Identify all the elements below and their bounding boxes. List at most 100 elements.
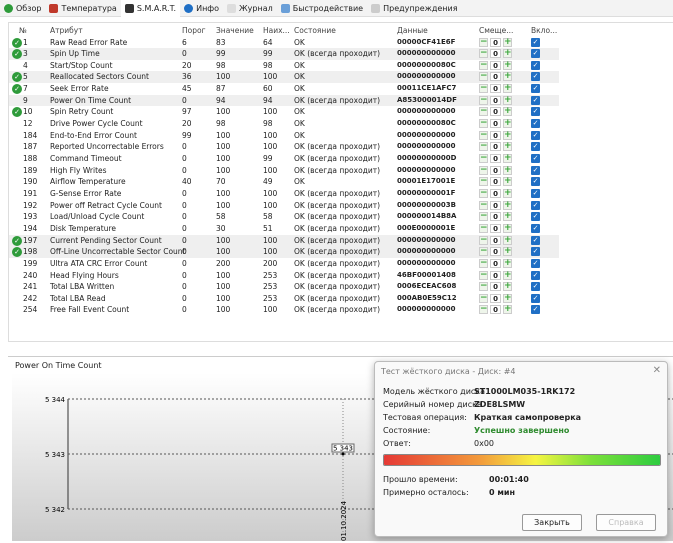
increment-button[interactable]: + [503, 107, 512, 117]
table-row[interactable]: ✓ 3 Spin Up Time 0 99 99 OK (всегда проходит) 0… [9, 48, 559, 60]
increment-button[interactable]: + [503, 142, 512, 152]
offset-value[interactable]: 0 [490, 235, 501, 245]
tab-4[interactable]: Журнал [223, 0, 277, 17]
enabled-checkbox[interactable]: ✓ [531, 247, 540, 257]
increment-button[interactable]: + [503, 37, 512, 47]
tab-5[interactable]: Быстродействие [277, 0, 367, 17]
decrement-button[interactable]: − [479, 72, 488, 82]
table-row[interactable]: 240 Head Flying Hours 0 100 253 OK (всегда пр… [9, 270, 559, 282]
increment-button[interactable]: + [503, 60, 512, 70]
increment-button[interactable]: + [503, 84, 512, 94]
increment-button[interactable]: + [503, 95, 512, 105]
decrement-button[interactable]: − [479, 282, 488, 292]
offset-value[interactable]: 0 [490, 130, 501, 140]
offset-value[interactable]: 0 [490, 200, 501, 210]
decrement-button[interactable]: − [479, 188, 488, 198]
decrement-button[interactable]: − [479, 177, 488, 187]
enabled-checkbox[interactable]: ✓ [531, 270, 540, 280]
table-row[interactable]: 242 Total LBA Read 0 100 253 OK (всегда прохо… [9, 293, 559, 305]
table-row[interactable]: 254 Free Fall Event Count 0 100 100 OK (всегд… [9, 304, 559, 316]
offset-value[interactable]: 0 [490, 37, 501, 47]
decrement-button[interactable]: − [479, 258, 488, 268]
column-header[interactable]: Вкло... [531, 26, 557, 35]
decrement-button[interactable]: − [479, 235, 488, 245]
decrement-button[interactable]: − [479, 154, 488, 163]
offset-value[interactable]: 0 [490, 84, 501, 94]
decrement-button[interactable]: − [479, 49, 488, 59]
table-row[interactable]: 12 Drive Power Cycle Count 20 98 98 OK 0000000… [9, 118, 559, 130]
chart-tab[interactable]: Power On Time Count [12, 359, 105, 372]
tab-2[interactable]: S.M.A.R.T. [120, 0, 181, 17]
offset-value[interactable]: 0 [490, 270, 501, 280]
increment-button[interactable]: + [503, 223, 512, 233]
table-row[interactable]: 184 End-to-End Error Count 99 100 100 OK 00000… [9, 130, 559, 142]
increment-button[interactable]: + [503, 235, 512, 245]
close-icon[interactable]: ✕ [653, 365, 661, 376]
offset-value[interactable]: 0 [490, 107, 501, 117]
enabled-checkbox[interactable]: ✓ [531, 130, 540, 140]
column-header[interactable]: Порог [182, 26, 206, 35]
enabled-checkbox[interactable]: ✓ [531, 200, 540, 210]
offset-value[interactable]: 0 [490, 258, 501, 268]
increment-button[interactable]: + [503, 165, 512, 175]
table-row[interactable]: ✓ 7 Seek Error Rate 45 87 60 OK 00011CE1AFC7−0 +… [9, 83, 559, 95]
enabled-checkbox[interactable]: ✓ [531, 142, 540, 152]
decrement-button[interactable]: − [479, 119, 488, 129]
column-header[interactable]: Наих... [263, 26, 290, 35]
column-header[interactable]: Данные [397, 26, 428, 35]
increment-button[interactable]: + [503, 72, 512, 82]
decrement-button[interactable]: − [479, 305, 488, 315]
increment-button[interactable]: + [503, 247, 512, 257]
enabled-checkbox[interactable]: ✓ [531, 84, 540, 94]
increment-button[interactable]: + [503, 119, 512, 129]
tab-3[interactable]: Инфо [180, 0, 223, 17]
increment-button[interactable]: + [503, 258, 512, 268]
increment-button[interactable]: + [503, 130, 512, 140]
increment-button[interactable]: + [503, 282, 512, 292]
table-row[interactable]: ✓ 198 Off-Line Uncorrectable Sector Count 0… [9, 246, 559, 258]
column-header[interactable]: Значение [216, 26, 254, 35]
decrement-button[interactable]: − [479, 270, 488, 280]
offset-value[interactable]: 0 [490, 177, 501, 187]
offset-value[interactable]: 0 [490, 95, 501, 105]
tab-0[interactable]: Обзор [0, 0, 45, 17]
offset-value[interactable]: 0 [490, 223, 501, 233]
help-button[interactable]: Справка [596, 514, 656, 531]
column-header[interactable]: Состояние [294, 26, 336, 35]
decrement-button[interactable]: − [479, 37, 488, 47]
table-row[interactable]: ✓ 10 Spin Retry Count 97 100 100 OK 00000000000… [9, 106, 559, 118]
offset-value[interactable]: 0 [490, 142, 501, 152]
enabled-checkbox[interactable]: ✓ [531, 165, 540, 175]
enabled-checkbox[interactable]: ✓ [531, 305, 540, 315]
table-row[interactable]: ✓ 197 Current Pending Sector Count 0 100 100 O… [9, 234, 559, 247]
decrement-button[interactable]: − [479, 84, 488, 94]
table-row[interactable]: 191 G-Sense Error Rate 0 100 100 OK (всегда п… [9, 188, 559, 200]
decrement-button[interactable]: − [479, 223, 488, 233]
enabled-checkbox[interactable]: ✓ [531, 223, 540, 233]
decrement-button[interactable]: − [479, 107, 488, 117]
enabled-checkbox[interactable]: ✓ [531, 49, 540, 59]
enabled-checkbox[interactable]: ✓ [531, 235, 540, 245]
enabled-checkbox[interactable]: ✓ [531, 37, 540, 47]
enabled-checkbox[interactable]: ✓ [531, 72, 540, 82]
increment-button[interactable]: + [503, 305, 512, 315]
enabled-checkbox[interactable]: ✓ [531, 282, 540, 292]
decrement-button[interactable]: − [479, 247, 488, 257]
table-row[interactable]: 4 Start/Stop Count 20 98 98 OK 00000000080C −0 +… [9, 60, 559, 72]
decrement-button[interactable]: − [479, 200, 488, 210]
decrement-button[interactable]: − [479, 142, 488, 152]
increment-button[interactable]: + [503, 177, 512, 187]
offset-value[interactable]: 0 [490, 119, 501, 129]
enabled-checkbox[interactable]: ✓ [531, 212, 540, 222]
offset-value[interactable]: 0 [490, 247, 501, 257]
column-header[interactable]: Атрибут [50, 26, 83, 35]
table-row[interactable]: 199 Ultra ATA CRC Error Count 0 200 200 OK (в… [9, 258, 559, 270]
offset-value[interactable]: 0 [490, 212, 501, 222]
offset-value[interactable]: 0 [490, 293, 501, 303]
close-button[interactable]: Закрыть [522, 514, 582, 531]
table-row[interactable]: 193 Load/Unload Cycle Count 0 58 58 OK (всегд… [9, 211, 559, 223]
column-header[interactable]: Смеще... [479, 26, 513, 35]
tab-6[interactable]: Предупреждения [367, 0, 461, 17]
table-row[interactable]: 189 High Fly Writes 0 100 100 OK (всегда прох… [9, 165, 559, 177]
table-row[interactable]: 194 Disk Temperature 0 30 51 OK (всегда прохо… [9, 223, 559, 235]
